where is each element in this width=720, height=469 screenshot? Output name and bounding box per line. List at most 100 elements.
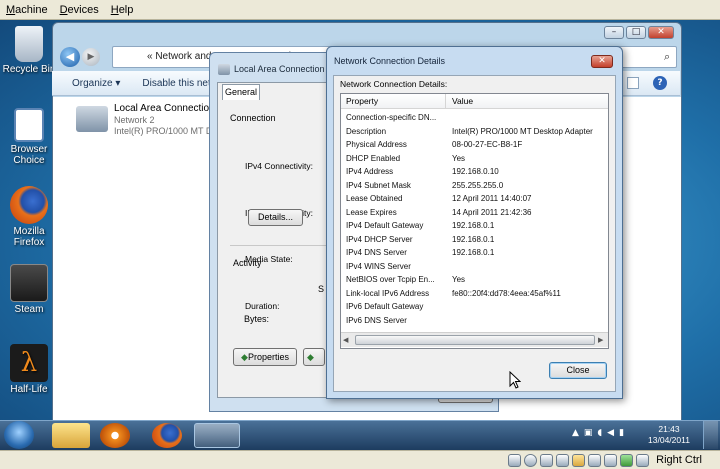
menu-help[interactable]: Help — [111, 4, 134, 16]
details-close-button[interactable]: Close — [549, 362, 607, 379]
half-life-icon: λ — [10, 344, 48, 382]
details-row[interactable]: IPv4 WINS Server — [346, 262, 604, 275]
field-duration: Duration: — [245, 300, 280, 311]
usb-icon[interactable] — [540, 453, 554, 467]
firefox-icon[interactable] — [152, 423, 182, 448]
details-row[interactable]: IPv4 Address 192.168.0.10 — [346, 167, 604, 180]
preview-pane-icon[interactable] — [627, 77, 639, 89]
row-property: IPv4 Address — [346, 167, 394, 176]
browser-choice-icon — [14, 108, 44, 142]
back-icon[interactable]: ◀ — [60, 47, 80, 67]
row-property: IPv4 DNS Server — [346, 248, 407, 257]
scrollbar-thumb[interactable] — [355, 335, 595, 345]
lan-connection-item[interactable]: Local Area Connection Network 2 Intel(R)… — [68, 100, 215, 140]
details-row[interactable]: Link-local IPv6 Address fe80::20f4:dd78:4… — [346, 289, 604, 302]
details-row[interactable]: Lease Obtained 12 April 2011 14:40:07 — [346, 194, 604, 207]
optical-drive-icon[interactable] — [524, 453, 538, 467]
lan-name: Local Area Connection — [114, 103, 215, 114]
mouse-cursor-icon — [509, 371, 521, 389]
menu-machine[interactable]: Machine — [6, 4, 48, 16]
desktop-icon-label: Browser Choice — [10, 144, 48, 166]
taskbar-clock[interactable]: 21:43 13/04/2011 — [645, 424, 693, 446]
tray-icons[interactable]: ▲▣◖◀▮ — [572, 428, 629, 438]
row-property: NetBIOS over Tcpip En... — [346, 275, 435, 284]
steam-icon — [10, 264, 48, 302]
details-row[interactable]: Physical Address 08-00-27-EC-B8-1F — [346, 140, 604, 153]
properties-button[interactable]: ◆Properties — [233, 348, 297, 366]
desktop-icon-recycle-bin[interactable]: Recycle Bin — [0, 26, 58, 75]
display-icon[interactable] — [588, 453, 602, 467]
mouse-integration-icon[interactable] — [636, 453, 650, 467]
details-row[interactable]: IPv4 DNS Server 192.168.0.1 — [346, 248, 604, 261]
row-property: Physical Address — [346, 140, 407, 149]
desktop-icon-half-life[interactable]: λ Half-Life — [0, 344, 58, 395]
details-row[interactable]: IPv6 Default Gateway — [346, 302, 604, 315]
shared-folder-icon[interactable] — [572, 453, 586, 467]
diagnose-button[interactable]: ◆ — [303, 348, 325, 366]
help-icon[interactable]: ? — [653, 76, 667, 90]
row-property: DHCP Enabled — [346, 153, 401, 163]
details-close-x-button[interactable]: ✕ — [591, 55, 613, 68]
details-row[interactable]: IPv4 Subnet Mask 255.255.255.0 — [346, 181, 604, 194]
column-header-property[interactable]: Property — [341, 94, 446, 108]
search-icon[interactable]: ⌕ — [664, 50, 670, 64]
row-property: Lease Obtained — [346, 194, 403, 203]
desktop-icon-firefox[interactable]: Mozilla Firefox — [0, 186, 58, 248]
desktop-icon-label: Steam — [14, 304, 44, 315]
row-property: Link-local IPv6 Address — [346, 288, 430, 298]
bytes-label: Bytes: — [244, 314, 270, 324]
details-button[interactable]: Details... — [248, 209, 303, 226]
desktop-icon-label: Recycle Bin — [2, 64, 56, 75]
details-row[interactable]: IPv4 Default Gateway 192.168.0.1 — [346, 221, 604, 234]
row-property: IPv4 DHCP Server — [346, 234, 413, 244]
details-row[interactable]: DHCP Enabled Yes — [346, 154, 604, 167]
firefox-icon — [10, 186, 48, 224]
maximize-button[interactable]: □ — [626, 26, 646, 39]
details-row[interactable]: Description Intel(R) PRO/1000 MT Desktop … — [346, 127, 604, 140]
details-title: Network Connection Details — [334, 56, 446, 66]
forward-icon[interactable]: ▶ — [82, 48, 100, 66]
start-orb-icon[interactable] — [4, 421, 34, 449]
details-row[interactable]: IPv4 DHCP Server 192.168.0.1 — [346, 235, 604, 248]
row-property: IPv4 Subnet Mask — [346, 180, 411, 190]
tab-general[interactable]: General — [222, 84, 260, 100]
details-row[interactable]: Lease Expires 14 April 2011 21:42:36 — [346, 208, 604, 221]
desktop-icon-steam[interactable]: Steam — [0, 264, 58, 315]
virtualization-icon[interactable] — [620, 453, 634, 467]
desktop-icon-label: Half-Life — [10, 384, 48, 395]
close-window-button[interactable]: ✕ — [648, 26, 674, 39]
vbox-statusbar: Right Ctrl — [0, 450, 720, 469]
clock-date: 13/04/2011 — [648, 435, 690, 445]
details-row[interactable]: Connection-specific DN... — [346, 113, 604, 126]
network-icon[interactable] — [556, 453, 570, 467]
shield-icon: ◆ — [241, 352, 248, 362]
scroll-left-icon[interactable]: ◀ — [343, 336, 348, 344]
menu-devices[interactable]: Devices — [60, 4, 99, 16]
vbox-menubar: Machine Devices Help — [0, 0, 720, 20]
row-property: IPv4 Default Gateway — [346, 221, 424, 230]
row-property: Connection-specific DN... — [346, 113, 437, 122]
details-header: Property Value — [341, 94, 608, 109]
connection-fields: IPv4 Connectivity: IPv6 Connectivity: Me… — [245, 128, 313, 376]
desktop-icon-label: Mozilla Firefox — [13, 226, 45, 248]
details-row[interactable]: IPv6 DNS Server — [346, 316, 604, 329]
lan-status-title: Local Area Connection Status — [234, 64, 329, 74]
scroll-right-icon[interactable]: ▶ — [598, 336, 603, 344]
details-row[interactable]: NetBIOS over Tcpip En... Yes — [346, 275, 604, 288]
explorer-icon[interactable] — [52, 423, 90, 448]
row-property: IPv4 WINS Server — [346, 261, 411, 271]
column-header-value[interactable]: Value — [446, 94, 606, 108]
show-desktop-button[interactable] — [703, 421, 718, 449]
sent-label: S — [318, 284, 325, 294]
divider — [230, 245, 326, 246]
horizontal-scrollbar[interactable]: ◀ ▶ — [341, 332, 608, 347]
row-value: 08-00-27-EC-B8-1F — [452, 140, 523, 149]
capture-icon[interactable] — [604, 453, 618, 467]
network-connections-icon[interactable] — [194, 423, 240, 448]
organize-button[interactable]: Organize ▾ — [72, 78, 120, 89]
hard-disk-icon[interactable] — [508, 453, 522, 467]
media-player-icon[interactable] — [100, 423, 130, 448]
row-value: Intel(R) PRO/1000 MT Desktop Adapter — [452, 126, 593, 136]
desktop-icon-browser-choice[interactable]: Browser Choice — [0, 108, 58, 166]
minimize-button[interactable]: – — [604, 26, 624, 39]
